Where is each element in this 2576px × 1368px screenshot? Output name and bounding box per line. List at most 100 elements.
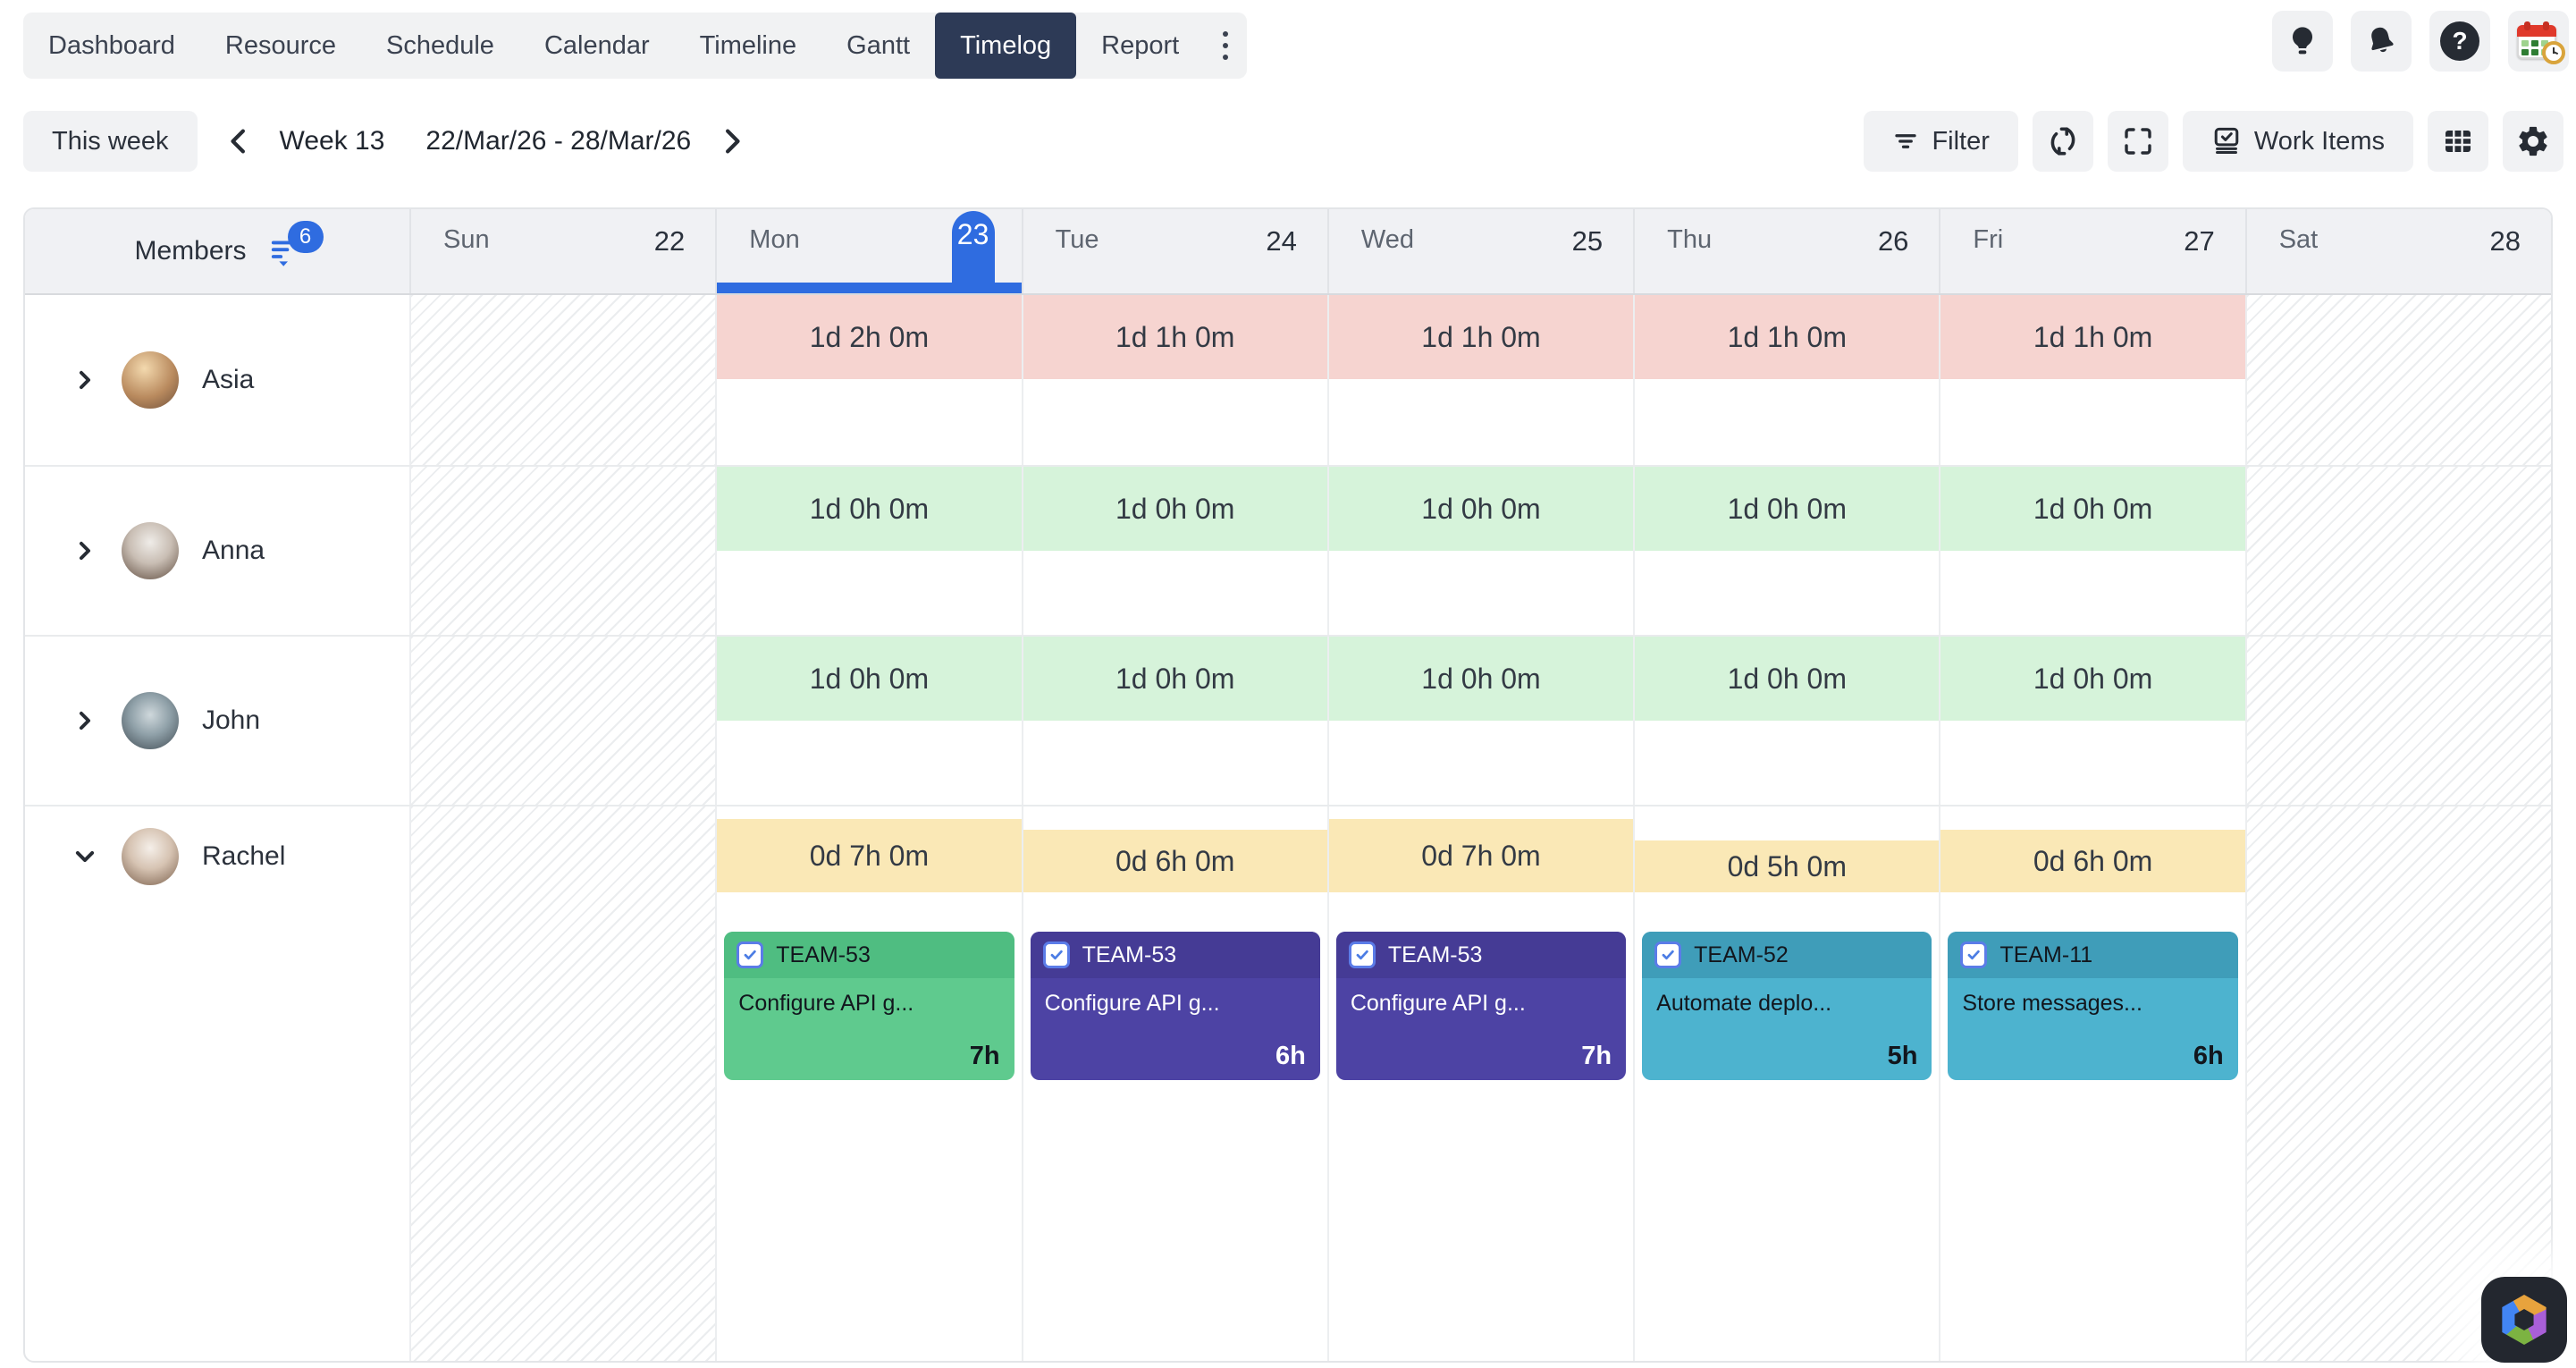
notifications-button[interactable] <box>2351 11 2412 72</box>
top-right-actions: ? <box>2272 11 2569 72</box>
filter-icon <box>1892 128 1919 155</box>
settings-button[interactable] <box>2503 111 2563 172</box>
filter-button[interactable]: Filter <box>1864 111 2017 172</box>
task-card[interactable]: TEAM-53 Configure API g... 6h <box>1031 932 1320 1080</box>
weekend-cell <box>409 637 715 805</box>
task-checkbox-icon[interactable] <box>1043 942 1070 968</box>
more-menu-icon[interactable] <box>1204 13 1247 79</box>
member-row-rachel: Rachel 0d 7h 0m TEAM-53 Configure API g.… <box>25 805 2551 1361</box>
task-card[interactable]: TEAM-52 Automate deplo... 5h <box>1642 932 1932 1080</box>
weekend-cell <box>2245 637 2551 805</box>
tab-gantt[interactable]: Gantt <box>821 13 935 79</box>
assistant-launcher-button[interactable] <box>2481 1277 2567 1363</box>
time-summary[interactable]: 1d 0h 0m <box>1635 467 1939 551</box>
tab-resource[interactable]: Resource <box>200 13 361 79</box>
task-checkbox-icon[interactable] <box>1654 942 1681 968</box>
member-name: Asia <box>202 365 254 395</box>
day-header-mon-today: Mon23 23 <box>715 209 1021 293</box>
members-filter-icon[interactable]: 6 <box>270 235 300 267</box>
task-checkbox-icon[interactable] <box>1960 942 1987 968</box>
members-count-badge: 6 <box>288 221 324 253</box>
time-summary[interactable]: 0d 6h 0m <box>1940 830 2244 892</box>
members-header-label: Members <box>134 236 246 266</box>
task-hours: 6h <box>2193 1042 2224 1071</box>
time-summary[interactable]: 1d 1h 0m <box>1023 295 1327 379</box>
time-summary[interactable]: 1d 0h 0m <box>1635 637 1939 721</box>
tab-timelog[interactable]: Timelog <box>935 13 1076 79</box>
member-cell[interactable]: Asia <box>25 295 409 465</box>
expand-chevron-icon[interactable] <box>72 537 98 564</box>
member-name: Anna <box>202 536 265 566</box>
tab-timeline[interactable]: Timeline <box>675 13 822 79</box>
member-cell[interactable]: Anna <box>25 467 409 635</box>
time-summary[interactable]: 1d 1h 0m <box>1635 295 1939 379</box>
task-card[interactable]: TEAM-11 Store messages... 6h <box>1948 932 2237 1080</box>
task-key: TEAM-53 <box>1388 942 1483 968</box>
avatar <box>122 828 179 885</box>
day-cell: 1d 0h 0m <box>1022 637 1327 805</box>
member-row-asia: Asia 1d 2h 0m 1d 1h 0m 1d 1h 0m 1d 1h 0m… <box>25 295 2551 465</box>
table-view-button[interactable] <box>2428 111 2488 172</box>
day-cell: 1d 0h 0m <box>1633 467 1939 635</box>
timelog-grid: Members 6 Sun22 Mon23 23 Tue24 Wed25 <box>23 207 2553 1363</box>
work-items-button[interactable]: Work Items <box>2183 111 2413 172</box>
sync-button[interactable] <box>2033 111 2093 172</box>
time-summary[interactable]: 1d 0h 0m <box>1329 637 1633 721</box>
week-number-label: Week 13 <box>280 126 385 156</box>
help-icon: ? <box>2440 21 2479 61</box>
day-cell: 1d 1h 0m <box>1633 295 1939 465</box>
task-card[interactable]: TEAM-53 Configure API g... 7h <box>1336 932 1626 1080</box>
time-summary[interactable]: 1d 0h 0m <box>1940 637 2244 721</box>
time-summary[interactable]: 0d 5h 0m <box>1635 840 1939 892</box>
time-summary[interactable]: 0d 7h 0m <box>717 819 1021 892</box>
time-summary[interactable]: 1d 2h 0m <box>717 295 1021 379</box>
day-header-tue: Tue24 <box>1022 209 1327 293</box>
fullscreen-button[interactable] <box>2108 111 2168 172</box>
task-card[interactable]: TEAM-53 Configure API g... 7h <box>724 932 1014 1080</box>
task-checkbox-icon[interactable] <box>1349 942 1376 968</box>
time-summary[interactable]: 1d 1h 0m <box>1940 295 2244 379</box>
task-hours: 6h <box>1275 1042 1306 1071</box>
time-summary[interactable]: 0d 7h 0m <box>1329 819 1633 892</box>
time-summary[interactable]: 1d 0h 0m <box>717 467 1021 551</box>
main-nav: Dashboard Resource Schedule Calendar Tim… <box>23 13 1247 79</box>
day-cell: 1d 0h 0m <box>1327 467 1633 635</box>
day-cell: 1d 0h 0m <box>1327 637 1633 805</box>
tab-calendar[interactable]: Calendar <box>519 13 675 79</box>
hexagon-logo-icon <box>2499 1295 2549 1345</box>
task-title: Automate deplo... <box>1642 978 1932 1017</box>
task-checkbox-icon[interactable] <box>737 942 763 968</box>
tab-dashboard[interactable]: Dashboard <box>23 13 200 79</box>
member-cell[interactable]: John <box>25 637 409 805</box>
day-header-fri: Fri27 <box>1939 209 2244 293</box>
member-cell[interactable]: Rachel <box>25 806 409 1361</box>
time-summary[interactable]: 0d 6h 0m <box>1023 830 1327 892</box>
time-summary[interactable]: 1d 0h 0m <box>1023 467 1327 551</box>
expand-chevron-icon[interactable] <box>72 367 98 393</box>
day-cell: 1d 1h 0m <box>1022 295 1327 465</box>
time-summary[interactable]: 1d 0h 0m <box>1940 467 2244 551</box>
task-title: Store messages... <box>1948 978 2237 1017</box>
time-summary[interactable]: 1d 1h 0m <box>1329 295 1633 379</box>
time-summary[interactable]: 1d 0h 0m <box>1023 637 1327 721</box>
collapse-chevron-icon[interactable] <box>72 843 98 870</box>
next-week-button[interactable] <box>716 120 748 163</box>
day-header-thu: Thu26 <box>1633 209 1939 293</box>
lightbulb-button[interactable] <box>2272 11 2333 72</box>
help-button[interactable]: ? <box>2429 11 2490 72</box>
tab-schedule[interactable]: Schedule <box>361 13 519 79</box>
tab-report[interactable]: Report <box>1076 13 1204 79</box>
weekend-cell <box>2245 467 2551 635</box>
expand-chevron-icon[interactable] <box>72 707 98 734</box>
task-key: TEAM-11 <box>1999 942 2092 968</box>
time-summary[interactable]: 1d 0h 0m <box>717 637 1021 721</box>
day-cell: 1d 1h 0m <box>1327 295 1633 465</box>
time-summary[interactable]: 1d 0h 0m <box>1329 467 1633 551</box>
bell-icon <box>2360 20 2403 63</box>
app-launcher-button[interactable] <box>2508 11 2569 72</box>
prev-week-button[interactable] <box>223 120 255 163</box>
this-week-button[interactable]: This week <box>23 111 198 172</box>
table-grid-icon <box>2442 125 2474 157</box>
fullscreen-icon <box>2122 125 2154 157</box>
day-cell: 1d 0h 0m <box>1022 467 1327 635</box>
